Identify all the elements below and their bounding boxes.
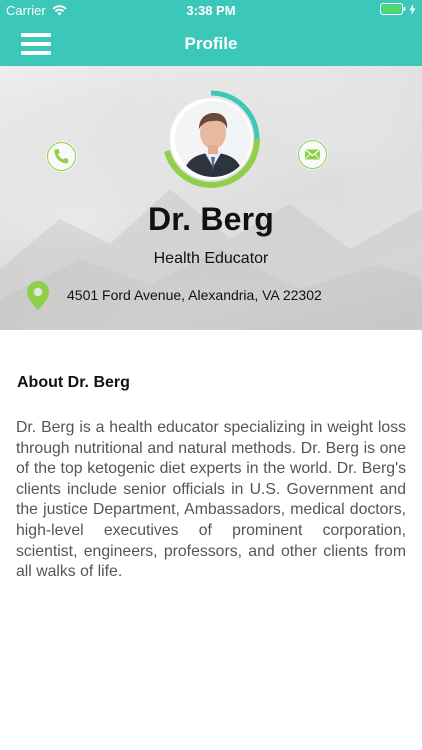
about-heading: About Dr. Berg (17, 374, 130, 391)
nav-bar: Profile (0, 22, 422, 66)
profile-photo (173, 99, 253, 179)
battery-icon (380, 3, 406, 15)
map-pin-icon (27, 280, 49, 310)
profile-name: Dr. Berg (147, 201, 275, 237)
avatar (161, 89, 261, 189)
phone-icon (54, 149, 69, 164)
status-time: 3:38 PM (186, 3, 236, 18)
status-right (380, 3, 416, 15)
email-button[interactable] (298, 140, 327, 169)
envelope-icon (305, 149, 320, 160)
address-row: 4501 Ford Avenue, Alexandria, VA 22302 (27, 280, 322, 310)
charging-bolt-icon (409, 3, 416, 15)
address-text: 4501 Ford Avenue, Alexandria, VA 22302 (67, 287, 322, 303)
about-text: Dr. Berg is a health educator specializi… (16, 419, 406, 581)
profile-header: Dr. Berg Health Educator 4501 Ford Avenu… (0, 66, 422, 330)
page-title: Profile (184, 34, 238, 53)
profile-title: Health Educator (153, 250, 269, 267)
status-bar: Carrier 3:38 PM (0, 0, 422, 22)
call-button[interactable] (47, 142, 76, 171)
